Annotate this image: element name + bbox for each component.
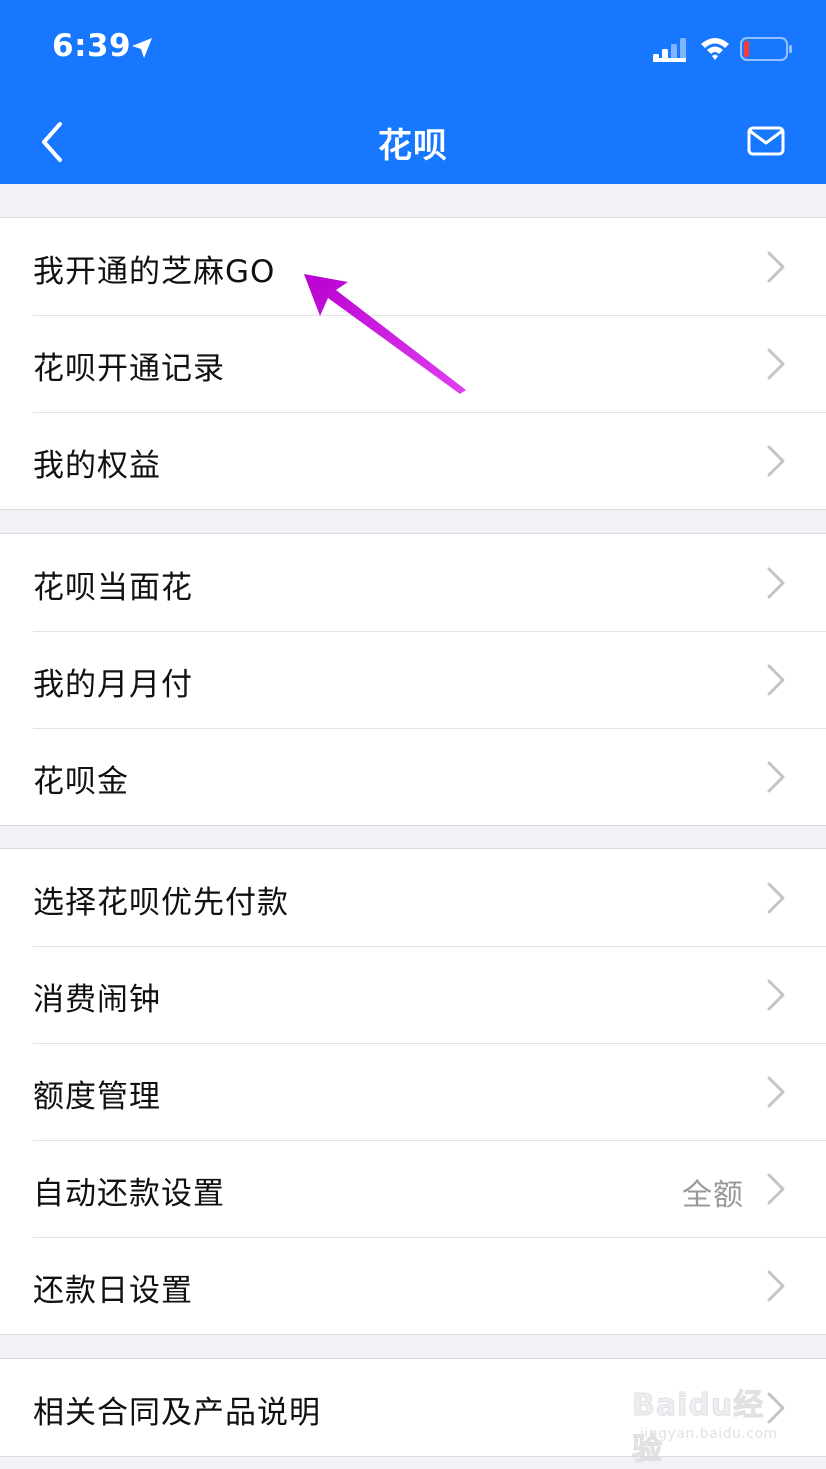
header: 6:39 花呗 xyxy=(0,0,826,184)
menu-item-credit-limit[interactable]: 额度管理 xyxy=(0,1043,826,1140)
menu-item-monthly-pay[interactable]: 我的月月付 xyxy=(0,631,826,728)
menu-item-auto-repay[interactable]: 自动还款设置 全额 xyxy=(0,1140,826,1237)
menu-item-label: 消费闹钟 xyxy=(33,982,161,1018)
menu-item-label: 花呗开通记录 xyxy=(33,351,225,387)
chevron-right-icon xyxy=(767,251,785,283)
menu-item-zhima-go[interactable]: 我开通的芝麻GO xyxy=(0,218,826,315)
chevron-right-icon xyxy=(767,882,785,914)
menu-item-label: 我的月月付 xyxy=(33,667,193,703)
menu-item-open-record[interactable]: 花呗开通记录 xyxy=(0,315,826,412)
chevron-right-icon xyxy=(767,348,785,380)
menu-item-label: 我开通的芝麻GO xyxy=(33,254,276,290)
page-title: 花呗 xyxy=(378,126,448,166)
location-arrow-icon xyxy=(132,38,152,58)
watermark-brand: Baidu经验 xyxy=(632,1388,765,1468)
watermark-url: jingyan.baidu.com xyxy=(640,1426,778,1442)
menu-item-label: 还款日设置 xyxy=(33,1273,193,1309)
chevron-right-icon xyxy=(767,761,785,793)
status-bar: 6:39 xyxy=(0,0,826,100)
navigation-bar: 花呗 xyxy=(0,100,826,184)
menu-item-repay-day[interactable]: 还款日设置 xyxy=(0,1237,826,1334)
menu-item-label: 花呗金 xyxy=(33,764,129,800)
chevron-right-icon xyxy=(767,567,785,599)
menu-item-label: 额度管理 xyxy=(33,1079,161,1115)
menu-section-3: 选择花呗优先付款 消费闹钟 额度管理 自动还款设置 全额 还款日设置 xyxy=(0,848,826,1335)
chevron-right-icon xyxy=(767,664,785,696)
menu-item-huabei-gold[interactable]: 花呗金 xyxy=(0,728,826,825)
menu-item-label: 相关合同及产品说明 xyxy=(33,1395,321,1431)
chevron-right-icon xyxy=(767,1076,785,1108)
menu-item-spending-alarm[interactable]: 消费闹钟 xyxy=(0,946,826,1043)
menu-section-1: 我开通的芝麻GO 花呗开通记录 我的权益 xyxy=(0,217,826,510)
menu-item-label: 花呗当面花 xyxy=(33,570,193,606)
menu-item-my-benefits[interactable]: 我的权益 xyxy=(0,412,826,509)
menu-section-2: 花呗当面花 我的月月付 花呗金 xyxy=(0,533,826,826)
chevron-right-icon xyxy=(767,1173,785,1205)
wifi-icon xyxy=(701,38,729,60)
auto-repay-value: 全额 xyxy=(682,1178,744,1213)
mail-icon[interactable] xyxy=(746,124,786,158)
menu-item-priority-payment[interactable]: 选择花呗优先付款 xyxy=(0,849,826,946)
baidu-watermark: Baidu经验 jingyan.baidu.com xyxy=(632,1380,792,1468)
menu-item-label: 自动还款设置 xyxy=(33,1176,225,1212)
chevron-right-icon xyxy=(767,979,785,1011)
battery-icon xyxy=(740,37,792,61)
chevron-right-icon xyxy=(767,1270,785,1302)
app-screen: 6:39 花呗 我开通的芝麻GO 花呗开通记录 我的权益 花呗当面花 我的月月付… xyxy=(0,0,826,1469)
cellular-signal-icon xyxy=(653,38,686,62)
menu-item-label: 我的权益 xyxy=(33,448,161,484)
menu-item-face-to-face[interactable]: 花呗当面花 xyxy=(0,534,826,631)
chevron-right-icon xyxy=(767,445,785,477)
status-time: 6:39 xyxy=(52,28,132,64)
menu-item-label: 选择花呗优先付款 xyxy=(33,885,289,921)
